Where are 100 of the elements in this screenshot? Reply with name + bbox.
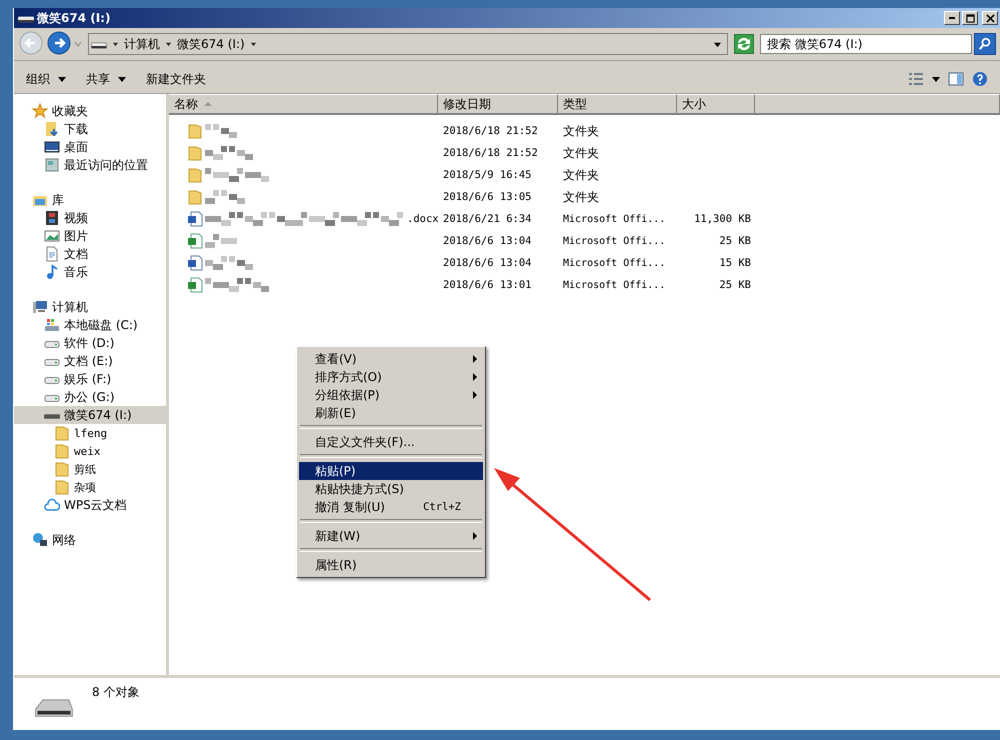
help-icon[interactable] bbox=[972, 71, 988, 87]
menu-item[interactable]: 新建(W) bbox=[299, 527, 483, 545]
cloud-icon bbox=[44, 497, 60, 513]
type-cell-text: 文件夹 bbox=[562, 122, 600, 140]
nav-item[interactable]: 下载 bbox=[14, 120, 166, 138]
type-cell-text: 文件夹 bbox=[562, 144, 600, 162]
menu-item[interactable]: 刷新(E) bbox=[299, 404, 483, 422]
menu-item[interactable]: 属性(R) bbox=[299, 556, 483, 574]
size-cell: 25 KB bbox=[719, 279, 751, 291]
toolbar-button[interactable]: 共享 bbox=[80, 68, 132, 90]
nav-item[interactable]: 本地磁盘 (C:) bbox=[14, 316, 166, 334]
nav-item[interactable]: 最近访问的位置 bbox=[14, 156, 166, 174]
nav-item[interactable]: WPS云文档 bbox=[14, 496, 166, 514]
menu-item[interactable]: 自定义文件夹(F)... bbox=[299, 433, 483, 451]
folder-icon bbox=[187, 189, 203, 205]
nav-item[interactable]: 剪纸 bbox=[14, 460, 166, 478]
address-bar[interactable]: 计算机 微笑674 (I:) bbox=[88, 33, 728, 55]
recent-places-icon bbox=[44, 157, 60, 173]
monitor-icon bbox=[44, 139, 60, 155]
date-cell-text: 2018/6/18 21:52 bbox=[442, 125, 539, 137]
submenu-arrow-icon bbox=[473, 355, 477, 363]
size-cell: 11,300 KB bbox=[694, 213, 751, 225]
nav-item[interactable]: 库 bbox=[14, 191, 166, 209]
submenu-arrow-icon bbox=[473, 391, 477, 399]
dropdown-caret-icon[interactable] bbox=[714, 40, 721, 48]
word-document-icon bbox=[187, 211, 203, 227]
nav-item[interactable]: 收藏夹 bbox=[14, 102, 166, 120]
date-cell-text: 2018/6/21 6:34 bbox=[442, 213, 533, 225]
folder-icon bbox=[187, 167, 203, 183]
drive-icon bbox=[44, 413, 60, 420]
blurred-name bbox=[205, 190, 245, 204]
type-cell-text: Microsoft Offi... bbox=[562, 214, 666, 224]
nav-item[interactable]: 办公 (G:) bbox=[14, 388, 166, 406]
date-cell-text: 2018/5/9 16:45 bbox=[442, 169, 533, 181]
music-note-icon bbox=[44, 264, 60, 280]
type-cell-text: 文件夹 bbox=[562, 166, 600, 184]
nav-item[interactable]: 桌面 bbox=[14, 138, 166, 156]
nav-item[interactable]: 视频 bbox=[14, 209, 166, 227]
nav-item[interactable]: 文档 (E:) bbox=[14, 352, 166, 370]
column-header[interactable]: 类型 bbox=[558, 94, 677, 115]
star-icon bbox=[32, 103, 48, 119]
nav-item[interactable]: 微笑674 (I:) bbox=[14, 406, 166, 424]
search-field[interactable]: 搜索 微笑674 (I:) bbox=[760, 34, 972, 54]
search-icon bbox=[978, 37, 992, 51]
film-icon bbox=[44, 210, 60, 226]
submenu-arrow-icon bbox=[473, 532, 477, 540]
type-cell-text: Microsoft Offi... bbox=[562, 236, 666, 246]
close-icon bbox=[986, 14, 994, 22]
refresh-button[interactable] bbox=[734, 34, 754, 54]
menu-item[interactable]: 分组依据(P) bbox=[299, 386, 483, 404]
drive-icon bbox=[18, 16, 34, 23]
column-header[interactable]: 修改日期 bbox=[438, 94, 558, 115]
folder-icon bbox=[54, 479, 70, 495]
blurred-name bbox=[205, 168, 269, 182]
folder-icon bbox=[187, 145, 203, 161]
nav-item[interactable]: 网络 bbox=[14, 531, 166, 549]
spreadsheet-icon bbox=[187, 233, 203, 249]
caret-icon[interactable] bbox=[932, 75, 940, 83]
menu-item[interactable]: 查看(V) bbox=[299, 350, 483, 368]
caret-icon[interactable] bbox=[165, 40, 172, 48]
view-list-icon[interactable] bbox=[908, 71, 924, 87]
caret-icon[interactable] bbox=[112, 40, 119, 48]
nav-item[interactable]: 娱乐 (F:) bbox=[14, 370, 166, 388]
breadcrumb[interactable]: 微笑674 (I:) bbox=[177, 36, 245, 52]
drive-icon bbox=[44, 341, 60, 348]
minimize-button[interactable] bbox=[944, 11, 960, 25]
date-cell-text: 2018/6/6 13:05 bbox=[442, 191, 533, 203]
column-header[interactable]: 大小 bbox=[677, 94, 755, 115]
breadcrumb[interactable]: 计算机 bbox=[124, 36, 160, 52]
nav-item[interactable]: 软件 (D:) bbox=[14, 334, 166, 352]
menu-item[interactable]: 排序方式(O) bbox=[299, 368, 483, 386]
nav-item[interactable]: weix bbox=[14, 442, 166, 460]
nav-item[interactable]: 杂项 bbox=[14, 478, 166, 496]
caret-icon[interactable] bbox=[250, 40, 257, 48]
date-cell-text: 2018/6/6 13:01 bbox=[442, 279, 533, 291]
type-cell-text: Microsoft Offi... bbox=[562, 280, 666, 290]
menu-item[interactable]: 粘贴快捷方式(S) bbox=[299, 480, 483, 498]
submenu-arrow-icon bbox=[473, 373, 477, 381]
nav-item[interactable]: 图片 bbox=[14, 227, 166, 245]
caret-icon bbox=[118, 76, 126, 82]
menu-item[interactable]: 粘贴(P) bbox=[299, 462, 483, 480]
forward-button[interactable] bbox=[46, 31, 72, 57]
preview-pane-icon[interactable] bbox=[948, 71, 964, 87]
toolbar-button[interactable]: 组织 bbox=[20, 68, 72, 90]
nav-item[interactable]: 文档 bbox=[14, 245, 166, 263]
download-folder-icon bbox=[44, 121, 60, 137]
computer-icon bbox=[32, 299, 48, 315]
toolbar-button[interactable]: 新建文件夹 bbox=[140, 68, 212, 90]
window-title: 微笑674 (I:) bbox=[37, 10, 110, 26]
nav-item[interactable]: lfeng bbox=[14, 424, 166, 442]
search-button[interactable] bbox=[974, 33, 996, 55]
nav-item[interactable]: 音乐 bbox=[14, 263, 166, 281]
date-cell-text: 2018/6/18 21:52 bbox=[442, 147, 539, 159]
minimize-icon bbox=[949, 17, 955, 19]
menu-item[interactable]: 撤消 复制(U) Ctrl+Z bbox=[299, 498, 483, 516]
folder-icon bbox=[54, 461, 70, 477]
nav-item[interactable]: 计算机 bbox=[14, 298, 166, 316]
column-header[interactable]: 名称 bbox=[169, 94, 438, 115]
close-button[interactable] bbox=[982, 11, 998, 25]
maximize-button[interactable] bbox=[962, 11, 978, 25]
